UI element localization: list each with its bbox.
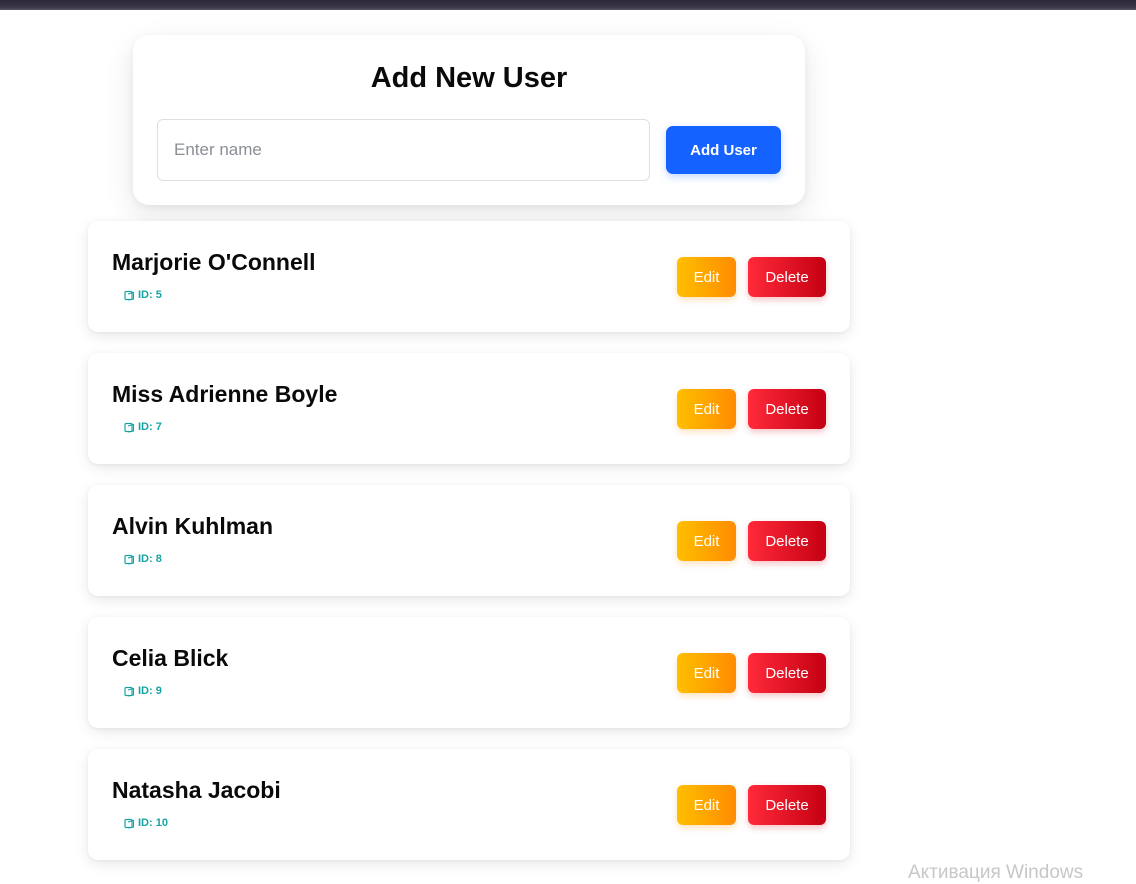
user-card: Alvin Kuhlman ID: 8 Edit Delete — [88, 485, 850, 596]
user-card: Marjorie O'Connell ID: 5 Edit Delete — [88, 221, 850, 332]
add-user-card: Add New User Add User — [133, 35, 805, 205]
user-id-label: ID: 7 — [138, 421, 162, 433]
user-name: Marjorie O'Connell — [112, 249, 316, 275]
edit-button[interactable]: Edit — [677, 785, 736, 825]
add-user-title: Add New User — [370, 62, 568, 94]
windows-activation-watermark: Активация Windows — [908, 862, 1084, 883]
user-id-label: ID: 8 — [138, 553, 162, 565]
user-id-label: ID: 5 — [138, 289, 162, 301]
user-id-label: ID: 9 — [138, 685, 162, 697]
edit-button[interactable]: Edit — [677, 521, 736, 561]
edit-button[interactable]: Edit — [677, 257, 736, 297]
user-id: ID: 8 — [124, 553, 162, 565]
edit-button[interactable]: Edit — [677, 389, 736, 429]
delete-button[interactable]: Delete — [748, 257, 826, 297]
name-input[interactable] — [157, 119, 650, 181]
id-card-icon — [124, 818, 135, 829]
browser-top-bar — [0, 0, 1136, 10]
user-id-label: ID: 10 — [138, 817, 168, 829]
user-card: Miss Adrienne Boyle ID: 7 Edit Delete — [88, 353, 850, 464]
delete-button[interactable]: Delete — [748, 653, 826, 693]
edit-button[interactable]: Edit — [677, 653, 736, 693]
user-id: ID: 10 — [124, 817, 168, 829]
user-name: Natasha Jacobi — [112, 777, 281, 803]
delete-button[interactable]: Delete — [748, 389, 826, 429]
user-id: ID: 7 — [124, 421, 162, 433]
user-card: Natasha Jacobi ID: 10 Edit Delete — [88, 749, 850, 860]
user-card: Celia Blick ID: 9 Edit Delete — [88, 617, 850, 728]
user-name: Celia Blick — [112, 645, 229, 671]
user-name: Miss Adrienne Boyle — [112, 381, 338, 407]
add-user-button[interactable]: Add User — [666, 126, 781, 174]
id-card-icon — [124, 554, 135, 565]
id-card-icon — [124, 290, 135, 301]
user-list: Marjorie O'Connell ID: 5 Edit Delete Mis… — [88, 221, 850, 881]
delete-button[interactable]: Delete — [748, 785, 826, 825]
id-card-icon — [124, 422, 135, 433]
user-id: ID: 5 — [124, 289, 162, 301]
user-name: Alvin Kuhlman — [112, 513, 274, 539]
user-id: ID: 9 — [124, 685, 162, 697]
delete-button[interactable]: Delete — [748, 521, 826, 561]
id-card-icon — [124, 686, 135, 697]
